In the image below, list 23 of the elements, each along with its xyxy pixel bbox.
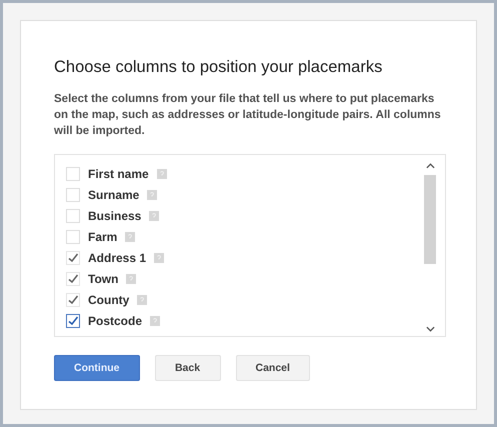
column-label: Postcode	[88, 314, 142, 328]
dialog-button[interactable]: Cancel	[236, 355, 310, 381]
dialog-description: Select the columns from your file that tell us where to put placemarks on the map, such as addresses or latitude-longitude pairs. All columns will be imported.	[54, 92, 442, 139]
help-icon[interactable]	[125, 232, 136, 242]
help-icon[interactable]	[150, 316, 160, 326]
dialog-button[interactable]: Back	[154, 355, 220, 381]
column-label: County	[88, 293, 130, 308]
help-icon[interactable]	[156, 168, 167, 179]
column-label: Surname	[88, 188, 140, 202]
column-label: Business	[88, 208, 142, 223]
help-icon[interactable]	[126, 274, 136, 284]
scrollbar[interactable]	[423, 163, 437, 332]
help-icon[interactable]	[137, 295, 148, 306]
scroll-up-icon[interactable]	[426, 163, 434, 169]
dialog-title: Choose columns to position your placemarks	[54, 58, 384, 77]
help-icon[interactable]	[149, 210, 160, 221]
help-icon[interactable]	[147, 190, 158, 200]
help-icon[interactable]	[154, 253, 164, 264]
column-label: Town	[88, 272, 118, 286]
column-label: Farm	[88, 230, 118, 244]
scroll-down-icon[interactable]	[426, 326, 434, 332]
column-label: First name	[88, 166, 149, 181]
column-label: Address 1	[88, 251, 146, 266]
